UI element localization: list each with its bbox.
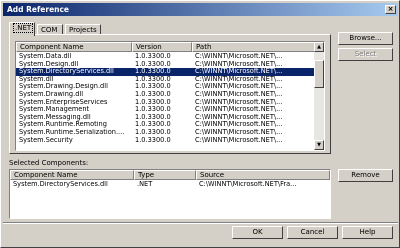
table-row[interactable]: System.DirectoryServices.dll 1.0.3300.0 C:… xyxy=(16,68,316,76)
table-row[interactable]: System.Runtime.Remoting 1.0.3300.0 C:\WINN… xyxy=(16,121,316,129)
tab-dotnet-label: .NET xyxy=(13,23,34,33)
window-title: Add Reference xyxy=(7,5,70,14)
version-cell: 1.0.3300.0 xyxy=(135,129,171,136)
column-header-version[interactable]: Version xyxy=(132,42,192,52)
path-cell: C:\WINNT\Microsoft.NET\... xyxy=(195,98,283,106)
selected-components-label: Selected Components: xyxy=(9,159,89,167)
table-row[interactable]: System.Security 1.0.3300.0 C:\WINNT\Micros… xyxy=(16,137,316,145)
table-row[interactable]: System.EnterpriseServices 1.0.3300.0 C:\WI… xyxy=(16,99,316,107)
version-cell: 1.0.3300.0 xyxy=(135,75,171,83)
version-cell: 1.0.3300.0 xyxy=(135,91,171,98)
table-row[interactable]: System.Drawing.dll 1.0.3300.0 C:\WINNT\Mic… xyxy=(16,91,316,99)
version-cell: 1.0.3300.0 xyxy=(135,83,171,91)
component-name-cell: System.Drawing.Design.dll xyxy=(19,83,108,91)
version-cell: 1.0.3300.0 xyxy=(135,53,171,60)
path-cell: C:\WINNT\Microsoft.NET\... xyxy=(195,75,283,83)
version-cell: 1.0.3300.0 xyxy=(135,106,171,114)
selected-row[interactable]: System.DirectoryServices.dll .NET C:\WINNT… xyxy=(10,181,330,189)
selected-components-list[interactable]: Component Name Type Source System.Direct… xyxy=(9,169,331,219)
table-row[interactable]: System.Runtime.Serialization.... 1.0.3300… xyxy=(16,129,316,137)
tab-dotnet[interactable]: .NET xyxy=(9,22,35,36)
path-cell: C:\WINNT\Microsoft.NET\... xyxy=(195,53,283,60)
table-row[interactable]: System.Management 1.0.3300.0 C:\WINNT\Micr… xyxy=(16,106,316,114)
scroll-up-icon[interactable]: ▲ xyxy=(314,42,324,52)
table-row[interactable]: System.Drawing.Design.dll 1.0.3300.0 C:\WI… xyxy=(16,83,316,91)
component-list[interactable]: Component Name Version Path System.Data.… xyxy=(15,41,325,151)
path-cell: C:\WINNT\Microsoft.NET\... xyxy=(195,91,283,98)
component-name-cell: System.DirectoryServices.dll xyxy=(19,68,114,76)
select-button[interactable]: Select xyxy=(338,48,393,61)
component-name-cell: System.Runtime.Remoting xyxy=(19,121,107,129)
column-header-selected-name[interactable]: Component Name xyxy=(10,170,134,180)
close-icon[interactable]: × xyxy=(385,5,396,14)
table-row[interactable]: System.Data.dll 1.0.3300.0 C:\WINNT\Micros… xyxy=(16,53,316,61)
version-cell: 1.0.3300.0 xyxy=(135,136,171,144)
table-row[interactable]: System.dll 1.0.3300.0 C:\WINNT\Microsoft.N… xyxy=(16,76,316,84)
component-list-scrollbar[interactable]: ▲ ▼ xyxy=(314,42,324,150)
version-cell: 1.0.3300.0 xyxy=(135,68,171,76)
scroll-thumb[interactable] xyxy=(314,60,324,88)
component-name-cell: System.Drawing.dll xyxy=(19,91,84,98)
component-name-cell: System.Management xyxy=(19,106,90,114)
version-cell: 1.0.3300.0 xyxy=(135,121,171,129)
path-cell: C:\WINNT\Microsoft.NET\... xyxy=(195,68,283,76)
component-name-cell: System.Data.dll xyxy=(19,53,72,60)
selected-name-cell: System.DirectoryServices.dll xyxy=(13,181,108,188)
ok-button[interactable]: OK xyxy=(232,226,283,239)
version-cell: 1.0.3300.0 xyxy=(135,60,171,68)
version-cell: 1.0.3300.0 xyxy=(135,98,171,106)
help-button[interactable]: Help xyxy=(342,226,393,239)
version-cell: 1.0.3300.0 xyxy=(135,113,171,121)
footer-divider xyxy=(3,222,398,224)
component-name-cell: System.Messaging.dll xyxy=(19,113,91,121)
column-header-path[interactable]: Path xyxy=(192,42,316,52)
path-cell: C:\WINNT\Microsoft.NET\... xyxy=(195,121,283,129)
cancel-button[interactable]: Cancel xyxy=(287,226,338,239)
table-row[interactable]: System.Design.dll 1.0.3300.0 C:\WINNT\Micr… xyxy=(16,61,316,69)
tab-projects-label: Projects xyxy=(69,26,97,34)
component-name-cell: System.Design.dll xyxy=(19,60,79,68)
path-cell: C:\WINNT\Microsoft.NET\... xyxy=(195,60,283,68)
path-cell: C:\WINNT\Microsoft.NET\... xyxy=(195,83,283,91)
component-name-cell: System.Runtime.Serialization.... xyxy=(19,129,125,136)
title-bar[interactable]: Add Reference × xyxy=(3,3,398,16)
browse-button[interactable]: Browse... xyxy=(338,32,393,45)
selected-type-cell: .NET xyxy=(137,181,153,188)
component-name-cell: System.Security xyxy=(19,136,73,144)
column-header-component-name[interactable]: Component Name xyxy=(16,42,132,52)
path-cell: C:\WINNT\Microsoft.NET\... xyxy=(195,129,283,136)
path-cell: C:\WINNT\Microsoft.NET\... xyxy=(195,106,283,114)
add-reference-dialog: Add Reference × .NET COM Projects Compon… xyxy=(0,0,400,248)
column-header-source[interactable]: Source xyxy=(196,170,330,180)
path-cell: C:\WINNT\Microsoft.NET\... xyxy=(195,113,283,121)
column-header-type[interactable]: Type xyxy=(134,170,196,180)
component-name-cell: System.EnterpriseServices xyxy=(19,98,108,106)
table-row[interactable]: System.Messaging.dll 1.0.3300.0 C:\WINNT\M… xyxy=(16,114,316,122)
path-cell: C:\WINNT\Microsoft.NET\... xyxy=(195,136,283,144)
tab-com-label: COM xyxy=(41,26,58,34)
scroll-down-icon[interactable]: ▼ xyxy=(314,140,324,150)
component-name-cell: System.dll xyxy=(19,75,54,83)
remove-button[interactable]: Remove xyxy=(338,169,393,182)
selected-source-cell: C:\WINNT\Microsoft.NET\Fra... xyxy=(199,181,297,188)
